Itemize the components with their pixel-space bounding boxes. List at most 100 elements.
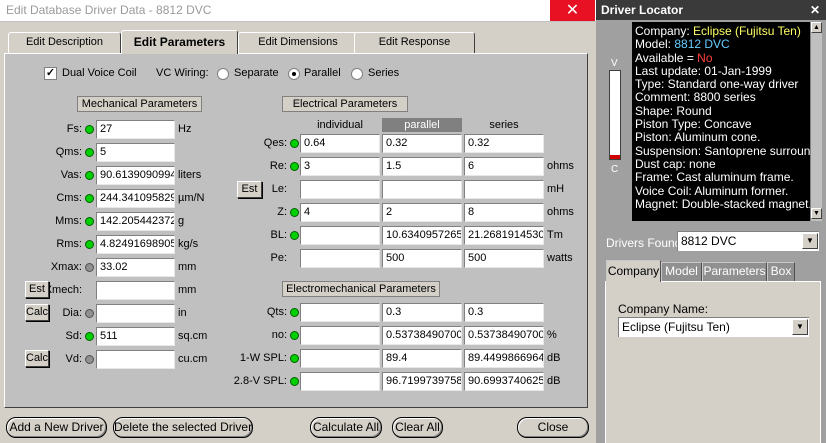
- mech-param-field[interactable]: [96, 304, 175, 323]
- tab-edit-parameters[interactable]: Edit Parameters: [121, 30, 238, 54]
- radio-series[interactable]: [351, 68, 363, 80]
- em-param-field[interactable]: 0.537384907006: [382, 326, 462, 345]
- mech-param-field[interactable]: 4.824916989055: [96, 235, 175, 254]
- mech-param-unit: kg/s: [178, 238, 199, 250]
- mech-param-field[interactable]: 33.02: [96, 258, 175, 277]
- elec-param-label: Z:: [277, 206, 287, 218]
- mech-param-unit: in: [178, 307, 187, 319]
- info-label: Piston: Aluminum cone.: [635, 130, 761, 145]
- elec-param-field[interactable]: 4: [300, 203, 380, 222]
- tab-company[interactable]: Company: [606, 260, 661, 282]
- delete-driver-button[interactable]: Delete the selected Driver: [113, 417, 253, 438]
- status-indicator-icon: [290, 354, 299, 363]
- elec-param-field[interactable]: 3: [300, 157, 380, 176]
- driver-info-line: Piston Type: Concave: [635, 117, 810, 131]
- dual-voice-coil-checkbox[interactable]: ✓: [44, 67, 57, 80]
- driver-info-box: Company: Eclipse (Fujitsu Ten) Model: 881…: [632, 22, 810, 221]
- scroll-up-icon[interactable]: ▲: [811, 22, 822, 33]
- est-xmech-button[interactable]: Est: [25, 281, 49, 298]
- chevron-down-icon[interactable]: ▼: [792, 319, 808, 335]
- em-param-field[interactable]: 0.3: [382, 303, 462, 322]
- dialog-title-bar: Edit Database Driver Data - 8812 DVC ✕: [0, 0, 596, 22]
- em-param-field[interactable]: 90.69937406258: [464, 372, 544, 391]
- calculate-all-button[interactable]: Calculate All: [310, 417, 382, 438]
- em-param-field[interactable]: 89.44998669641: [464, 349, 544, 368]
- mech-param-field[interactable]: 27: [96, 120, 175, 139]
- elec-param-field[interactable]: [300, 226, 380, 245]
- elec-param-field[interactable]: 0.64: [300, 134, 380, 153]
- elec-param-field[interactable]: 1.5: [382, 157, 462, 176]
- elec-param-field[interactable]: 0.32: [464, 134, 544, 153]
- em-param-field[interactable]: 0.537384907006: [464, 326, 544, 345]
- vc-wiring-label: VC Wiring:: [156, 67, 209, 79]
- em-param-field[interactable]: [300, 303, 380, 322]
- elec-param-field[interactable]: [300, 249, 380, 268]
- elec-param-label: Qes:: [263, 137, 287, 149]
- driver-info-line: Suspension: Santoprene surround. D: [635, 144, 810, 158]
- elec-param-field[interactable]: [382, 180, 462, 199]
- close-icon[interactable]: ✕: [550, 0, 595, 21]
- driver-info-line: Last update: 01-Jan-1999: [635, 64, 810, 78]
- driver-info-line: Dust cap: none: [635, 156, 810, 171]
- status-indicator-icon: [85, 217, 94, 226]
- mech-param-unit: mm: [178, 261, 197, 273]
- add-driver-button[interactable]: Add a New Driver: [6, 417, 107, 438]
- tab-model[interactable]: Model: [661, 262, 702, 281]
- elec-param-field[interactable]: 0.32: [382, 134, 462, 153]
- mech-param-field[interactable]: 90.61390909946: [96, 166, 175, 185]
- calc-dia-button[interactable]: Calc: [25, 304, 49, 321]
- mech-param-field[interactable]: 511: [96, 327, 175, 346]
- em-param-field[interactable]: 96.71997397584: [382, 372, 462, 391]
- elec-param-field[interactable]: 2: [382, 203, 462, 222]
- mech-param-field[interactable]: [96, 350, 175, 369]
- elec-param-unit: watts: [547, 252, 573, 264]
- tab-edit-description[interactable]: Edit Description: [8, 32, 121, 53]
- tab-label: Edit Dimensions: [258, 36, 338, 48]
- elec-param-field[interactable]: 500: [464, 249, 544, 268]
- close-button[interactable]: Close: [517, 417, 589, 438]
- elec-param-field[interactable]: 500: [382, 249, 462, 268]
- mech-param-field[interactable]: 142.2054423723: [96, 212, 175, 231]
- em-param-field[interactable]: [300, 372, 380, 391]
- calc-vd-button[interactable]: Calc: [25, 350, 49, 367]
- company-name-select[interactable]: Eclipse (Fujitsu Ten) ▼: [618, 317, 809, 337]
- elec-param-field[interactable]: 21.26819145302: [464, 226, 544, 245]
- elec-param-field[interactable]: [300, 180, 380, 199]
- elec-param-field[interactable]: 6: [464, 157, 544, 176]
- em-param-field[interactable]: 0.3: [464, 303, 544, 322]
- em-param-label: no:: [271, 329, 287, 341]
- chevron-down-icon[interactable]: ▼: [802, 233, 818, 249]
- tab-edit-response[interactable]: Edit Response: [354, 32, 475, 53]
- status-indicator-icon: [85, 355, 94, 364]
- clear-all-button[interactable]: Clear All: [392, 417, 443, 438]
- mech-param-field[interactable]: 244.3410958294: [96, 189, 175, 208]
- em-param-field[interactable]: [300, 349, 380, 368]
- em-param-unit: %: [547, 329, 557, 341]
- status-indicator-icon: [85, 240, 94, 249]
- status-indicator-icon: [290, 208, 299, 217]
- close-icon[interactable]: ✕: [806, 0, 824, 20]
- elec-param-field[interactable]: 8: [464, 203, 544, 222]
- radio-series-label: Series: [368, 67, 400, 79]
- em-param-field[interactable]: 89.4: [382, 349, 462, 368]
- info-scrollbar[interactable]: ▲ ▼: [810, 22, 822, 221]
- mech-param-field[interactable]: 5: [96, 143, 175, 162]
- drivers-found-select[interactable]: 8812 DVC ▼: [677, 231, 819, 251]
- elec-param-label: Pe:: [270, 252, 287, 264]
- tab-box[interactable]: Box: [767, 262, 795, 281]
- tab-edit-dimensions[interactable]: Edit Dimensions: [238, 32, 358, 53]
- driver-info-line: Voice Coil: Aluminum former.: [635, 183, 810, 198]
- info-label: Dust cap: none: [635, 156, 716, 171]
- tab-parameters[interactable]: Parameters: [702, 262, 767, 281]
- elec-param-field[interactable]: 10.63409572651: [382, 226, 462, 245]
- em-param-unit: dB: [547, 375, 561, 387]
- radio-parallel[interactable]: [288, 68, 300, 80]
- em-param-field[interactable]: [300, 326, 380, 345]
- drivers-found-value: 8812 DVC: [681, 234, 737, 248]
- info-label: Voice Coil: Aluminum former.: [635, 183, 789, 198]
- mech-param-label: Xmax:: [50, 261, 82, 273]
- radio-separate[interactable]: [217, 68, 229, 80]
- elec-param-field[interactable]: [464, 180, 544, 199]
- scroll-down-icon[interactable]: ▼: [811, 208, 822, 219]
- mech-param-field[interactable]: [96, 281, 175, 300]
